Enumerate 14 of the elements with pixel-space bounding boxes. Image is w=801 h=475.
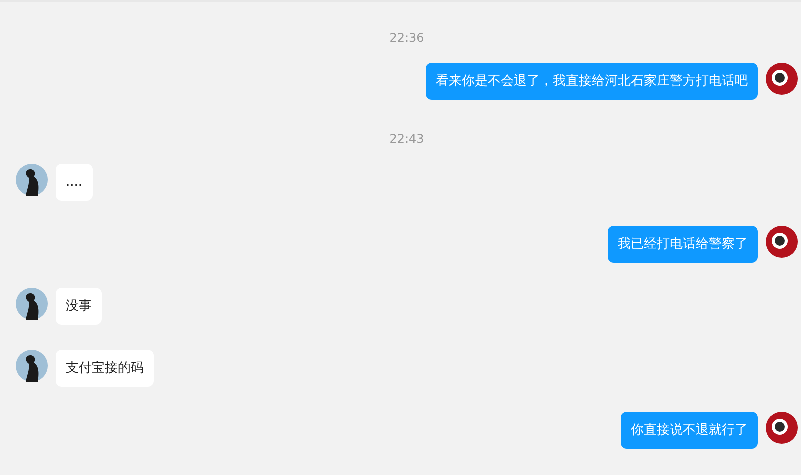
avatar-silhouette-icon (16, 350, 48, 382)
message-bubble: 你直接说不退就行了 (621, 412, 758, 449)
message-bubble: 支付宝接的码 (56, 350, 154, 387)
timestamp: 22:36 (390, 30, 424, 46)
avatar-silhouette-icon (16, 164, 48, 196)
message-bubble: .... (56, 164, 93, 201)
message-bubble: 看来你是不会退了，我直接给河北石家庄警方打电话吧 (426, 63, 758, 100)
avatar-logo-icon (766, 226, 798, 258)
avatar-logo-icon (766, 63, 798, 95)
avatar-logo-icon (766, 412, 798, 444)
message-bubble: 我已经打电话给警察了 (608, 226, 758, 263)
message-bubble: 没事 (56, 288, 102, 325)
timestamp: 22:43 (390, 131, 424, 147)
avatar-silhouette-icon (16, 288, 48, 320)
